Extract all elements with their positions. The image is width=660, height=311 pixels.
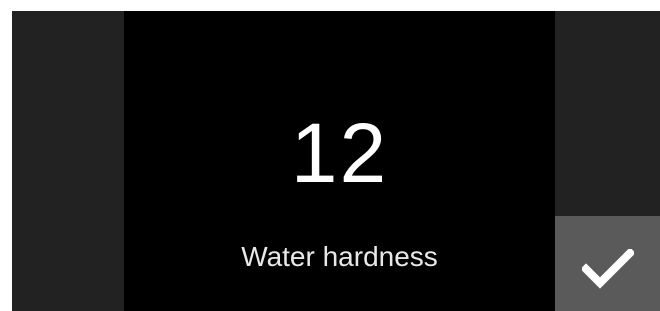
setting-label: Water hardness — [241, 241, 438, 272]
setting-panel: 12 Water hardness — [124, 11, 555, 311]
confirm-button[interactable] — [555, 216, 660, 311]
device-display: 12 Water hardness — [12, 11, 660, 311]
checkmark-icon — [582, 248, 634, 289]
left-side-panel[interactable] — [12, 11, 124, 311]
right-side-panel[interactable] — [555, 11, 660, 216]
setting-value: 12 — [290, 106, 389, 200]
